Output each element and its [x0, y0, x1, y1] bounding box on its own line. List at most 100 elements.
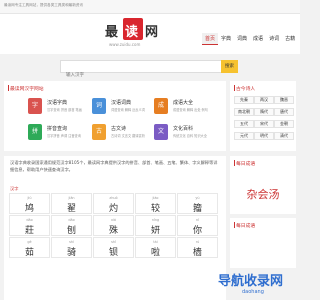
- dynasty-button[interactable]: 五代: [234, 120, 254, 128]
- tools-panel-title: 最读网汉字网站: [10, 87, 44, 92]
- tool-item[interactable]: 古 古文诗 古诗词 文言文 翻译赏析: [92, 122, 162, 148]
- idiom-panel-title: 每日成语: [236, 162, 256, 167]
- tool-name: 汉语词典: [111, 100, 132, 106]
- char-pinyin: nǐng: [151, 218, 160, 222]
- dict-panel: 汉语字典收录国家通用规范汉字8105个，最读网字典提供汉字的拼音、部首、笔画、五…: [4, 156, 226, 300]
- char-pinyin: jiān: [68, 196, 75, 200]
- top-bar: 最读网专注工具网站，提供各类工具类和最新资讯: [0, 0, 300, 14]
- panel-title-marker: [234, 222, 235, 228]
- char-pinyin: dāo: [26, 218, 33, 222]
- tool-icon: 古: [92, 124, 106, 140]
- nav-item-chengyu[interactable]: 成语: [250, 33, 266, 45]
- tool-item[interactable]: 字 汉语字典 汉字查询 拼音 部首 笔画: [28, 96, 98, 122]
- dynasty-button[interactable]: 隋代: [254, 108, 274, 116]
- tool-desc: 词语查询 解释 近反义词: [111, 108, 145, 112]
- char-pinyin: jiǔ: [27, 196, 32, 200]
- char-cell[interactable]: shǐ 钡: [93, 237, 134, 258]
- search-bar: 搜索: [60, 60, 238, 81]
- char-hanzi: 樯: [192, 248, 202, 258]
- nav-item-cidian[interactable]: 词典: [234, 33, 250, 45]
- dynasty-button[interactable]: 金朝: [274, 120, 294, 128]
- char-hanzi: 翟: [66, 204, 76, 214]
- char-pinyin: nǐ: [195, 218, 200, 222]
- nav-item-shici[interactable]: 诗词: [266, 33, 282, 45]
- tool-name: 文化百科: [173, 126, 194, 132]
- nav-item-zidian[interactable]: 字典: [218, 33, 234, 45]
- logo-char-3: 网: [145, 25, 159, 40]
- tool-name: 拼音查询: [47, 126, 68, 132]
- search-input[interactable]: [61, 70, 211, 81]
- site-logo[interactable]: 最 读 网 www.zuidu.com: [105, 18, 165, 52]
- char-cell[interactable]: nǐ 你: [177, 215, 218, 236]
- dynasty-button[interactable]: 先秦: [234, 96, 254, 104]
- char-hanzi: 殊: [108, 226, 118, 236]
- char-cell[interactable]: xiá 殊: [93, 215, 134, 236]
- tool-desc: 成语查询 解释 出处 例句: [173, 108, 208, 112]
- char-cell[interactable]: gè 茹: [9, 237, 50, 258]
- dynasty-button[interactable]: 元代: [234, 132, 254, 140]
- header: 最 读 网 www.zuidu.com 首页 字典 词典 成语 诗词 古籍: [0, 14, 300, 54]
- idiom-panel: 每日成语 杂会汤: [230, 156, 296, 214]
- char-cell[interactable]: jiǔ 鸠: [9, 193, 50, 214]
- tool-desc: 汉字拼音 声调 注音查询: [47, 134, 81, 138]
- dynasty-panel: 古今诗人 先秦 两汉 魏晋 南北朝 隋代 唐代 五代 宋代 金朝 元代 明代 清…: [230, 81, 296, 151]
- char-pinyin: zhuó: [109, 196, 118, 200]
- char-hanzi: 茹: [24, 248, 34, 258]
- dynasty-button[interactable]: 两汉: [254, 96, 274, 104]
- tool-desc: 传统文化 百科 知识大全: [173, 134, 207, 138]
- logo-char-1: 最: [105, 25, 119, 40]
- tool-name: 汉语字典: [47, 100, 68, 106]
- char-hanzi: 啦: [150, 248, 160, 258]
- char-pinyin: shì: [69, 240, 74, 244]
- char-pinyin: shǐ: [111, 240, 116, 244]
- dict-label: 汉字: [10, 186, 19, 191]
- char-cell[interactable]: dāo 刨: [51, 215, 92, 236]
- dict-description: 汉语字典收录国家通用规范汉字8105个，最读网字典提供汉字的拼音、部首、笔画、五…: [10, 160, 218, 172]
- tool-icon: 文: [154, 124, 168, 140]
- tool-name: 古文诗: [111, 126, 127, 132]
- idiom-word[interactable]: 杂会汤: [230, 186, 296, 202]
- nav-item-guji[interactable]: 古籍: [282, 33, 298, 45]
- tool-item[interactable]: 文 文化百科 传统文化 百科 知识大全: [154, 122, 224, 148]
- tool-item[interactable]: 拼 拼音查询 汉字拼音 声调 注音查询: [28, 122, 98, 148]
- top-bar-text: 最读网专注工具网站，提供各类工具类和最新资讯: [4, 3, 84, 7]
- char-hanzi: 籀: [192, 204, 202, 214]
- char-cell[interactable]: yù 籀: [177, 193, 218, 214]
- dynasty-button[interactable]: 清代: [274, 132, 294, 140]
- char-cell[interactable]: jiān 翟: [51, 193, 92, 214]
- char-cell[interactable]: zhuó 灼: [93, 193, 134, 214]
- logo-url: www.zuidu.com: [109, 42, 141, 47]
- char-hanzi: 你: [192, 226, 202, 236]
- main-nav: 首页 字典 词典 成语 诗词 古籍: [202, 33, 298, 45]
- char-hanzi: 灼: [108, 204, 118, 214]
- char-hanzi: 较: [150, 204, 160, 214]
- char-cell[interactable]: nǐng 妍: [135, 215, 176, 236]
- char-cell[interactable]: shì 骑: [51, 237, 92, 258]
- dynasty-button[interactable]: 唐代: [274, 108, 294, 116]
- logo-char-2: 读: [125, 25, 139, 40]
- watermark: 导航收录网 daohang: [212, 270, 300, 300]
- idiom-panel-2: 每日成语: [230, 218, 296, 268]
- char-cell[interactable]: dāo 莊: [9, 215, 50, 236]
- dynasty-button[interactable]: 宋代: [254, 120, 274, 128]
- dynasty-button[interactable]: 南北朝: [234, 108, 254, 116]
- tool-item[interactable]: 词 汉语词典 词语查询 解释 近反义词: [92, 96, 162, 122]
- char-cell[interactable]: jiào 较: [135, 193, 176, 214]
- char-hanzi: 莊: [24, 226, 34, 236]
- char-hanzi: 骑: [66, 248, 76, 258]
- char-hanzi: 鸠: [24, 204, 34, 214]
- tool-icon: 拼: [28, 124, 42, 140]
- panel-title-marker: [234, 85, 235, 91]
- search-button[interactable]: 搜索: [221, 60, 238, 73]
- dynasty-button[interactable]: 魏晋: [274, 96, 294, 104]
- char-cell[interactable]: rú 樯: [177, 237, 218, 258]
- tool-desc: 古诗词 文言文 翻译赏析: [111, 134, 145, 138]
- char-pinyin: tài: [153, 240, 158, 244]
- tool-item[interactable]: 成 成语大全 成语查询 解释 出处 例句: [154, 96, 224, 122]
- tool-desc: 汉字查询 拼音 部首 笔画: [47, 108, 82, 112]
- nav-item-home[interactable]: 首页: [202, 33, 219, 45]
- char-pinyin: yù: [195, 196, 200, 200]
- tool-icon: 字: [28, 98, 42, 114]
- dynasty-button[interactable]: 明代: [254, 132, 274, 140]
- char-cell[interactable]: tài 啦: [135, 237, 176, 258]
